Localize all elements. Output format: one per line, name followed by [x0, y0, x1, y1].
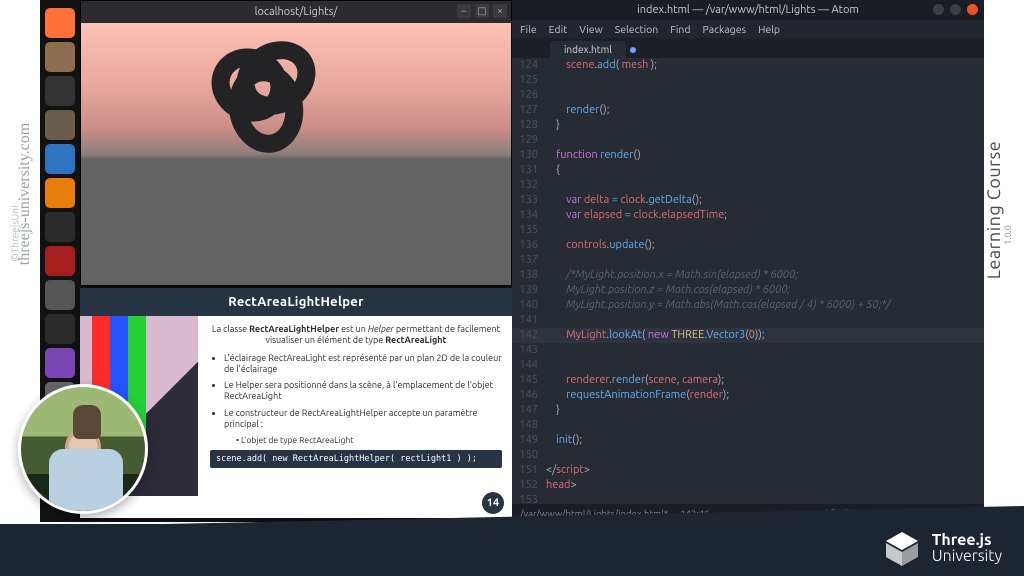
slide-number: 14: [482, 492, 504, 514]
filezilla-icon[interactable]: [45, 246, 75, 276]
code-line[interactable]: 130 function render(): [512, 148, 984, 163]
handle-label: ©ThreejsUni: [10, 184, 21, 284]
vscode-icon[interactable]: [45, 144, 75, 174]
code-line[interactable]: 138 /*MyLight.position.x = Math.sin(elap…: [512, 268, 984, 283]
webgl-viewport[interactable]: [81, 23, 511, 285]
modified-indicator-icon: [630, 47, 636, 53]
version-label: 1.0.0: [1003, 205, 1013, 265]
close-button[interactable]: [967, 4, 978, 15]
code-line[interactable]: 135: [512, 223, 984, 238]
code-line[interactable]: 149 init();: [512, 433, 984, 448]
atom-titlebar[interactable]: index.html — /var/www/html/Lights — Atom: [512, 0, 984, 20]
disk-icon[interactable]: [45, 348, 75, 378]
slide-title: RectAreaLightHelper: [80, 288, 512, 316]
code-line[interactable]: 126: [512, 88, 984, 103]
files-icon[interactable]: [45, 42, 75, 72]
tab-index-html[interactable]: index.html: [550, 41, 626, 58]
browser-window: localhost/Lights/ − □ ×: [80, 0, 512, 286]
code-line[interactable]: 125: [512, 73, 984, 88]
close-button[interactable]: ×: [493, 4, 507, 18]
code-line[interactable]: 134 var elapsed = clock.elapsedTime;: [512, 208, 984, 223]
menu-selection[interactable]: Selection: [615, 23, 659, 35]
blender-icon[interactable]: [45, 178, 75, 208]
course-label: Learning Course: [984, 135, 1004, 285]
slide-bullets: L'éclairage RectAreaLight est représenté…: [224, 353, 502, 431]
list-item: L'éclairage RectAreaLight est représenté…: [224, 353, 502, 376]
code-line[interactable]: 152head>: [512, 478, 984, 493]
code-line[interactable]: 148: [512, 418, 984, 433]
code-line[interactable]: 142 MyLight.lookAt( new THREE.Vector3(0)…: [512, 328, 984, 343]
list-item: Le constructeur de RectAreaLightHelper a…: [224, 408, 502, 431]
menu-view[interactable]: View: [579, 23, 603, 35]
atom-menu[interactable]: File Edit View Selection Find Packages Help: [512, 20, 984, 38]
minimize-button[interactable]: −: [457, 4, 471, 18]
footer-band: Three.jsUniversity: [0, 524, 1024, 576]
code-line[interactable]: 151</script>: [512, 463, 984, 478]
menu-file[interactable]: File: [520, 23, 537, 35]
minimize-button[interactable]: [933, 4, 944, 15]
code-line[interactable]: 127 render();: [512, 103, 984, 118]
slide-code: scene.add( new RectAreaLightHelper( rect…: [210, 450, 502, 469]
menu-edit[interactable]: Edit: [549, 23, 568, 35]
code-line[interactable]: 146 requestAnimationFrame(render);: [512, 388, 984, 403]
code-line[interactable]: 132: [512, 178, 984, 193]
firefox-icon[interactable]: [45, 8, 75, 38]
code-line[interactable]: 124 scene.add( mesh );: [512, 58, 984, 73]
code-line[interactable]: 128 }: [512, 118, 984, 133]
inkscape-icon[interactable]: [45, 212, 75, 242]
menu-help[interactable]: Help: [758, 23, 780, 35]
code-line[interactable]: 136 controls.update();: [512, 238, 984, 253]
slide-text: La classe RectAreaLightHelper est un Hel…: [198, 316, 512, 496]
list-item: Le Helper sera positionné dans la scène,…: [224, 380, 502, 403]
code-line[interactable]: 141: [512, 313, 984, 328]
menu-find[interactable]: Find: [670, 23, 690, 35]
code-line[interactable]: 131 {: [512, 163, 984, 178]
system-icon[interactable]: [45, 280, 75, 310]
code-line[interactable]: 140 MyLight.position.y = Math.abs(Math.c…: [512, 298, 984, 313]
code-line[interactable]: 144: [512, 358, 984, 373]
brand-logo: Three.jsUniversity: [882, 528, 1002, 568]
obs-icon[interactable]: [45, 314, 75, 344]
code-line[interactable]: 137: [512, 253, 984, 268]
code-line[interactable]: 150: [512, 448, 984, 463]
desktop: localhost/Lights/ − □ × RectAreaLightHel…: [40, 0, 984, 522]
code-line[interactable]: 129: [512, 133, 984, 148]
atom-editor: index.html — /var/www/html/Lights — Atom…: [512, 0, 984, 522]
maximize-button[interactable]: □: [475, 4, 489, 18]
code-line[interactable]: 139 MyLight.position.z = Math.cos(elapse…: [512, 283, 984, 298]
code-area[interactable]: 124 scene.add( mesh );125126127 render()…: [512, 58, 984, 504]
gimp-icon[interactable]: [45, 110, 75, 140]
code-line[interactable]: 153: [512, 493, 984, 504]
menu-packages[interactable]: Packages: [703, 23, 747, 35]
code-line[interactable]: 147 }: [512, 403, 984, 418]
torus-knot-mesh: [201, 41, 331, 151]
browser-title: localhost/Lights/: [255, 6, 338, 18]
browser-titlebar[interactable]: localhost/Lights/ − □ ×: [81, 1, 511, 23]
code-line[interactable]: 143: [512, 343, 984, 358]
terminal-icon[interactable]: [45, 76, 75, 106]
presenter-avatar: [18, 384, 148, 514]
slide-panel: RectAreaLightHelper La classe RectAreaLi…: [80, 288, 512, 518]
maximize-button[interactable]: [950, 4, 961, 15]
atom-tabs[interactable]: index.html: [512, 38, 984, 58]
code-line[interactable]: 133 var delta = clock.getDelta();: [512, 193, 984, 208]
code-line[interactable]: 145 renderer.render(scene, camera);: [512, 373, 984, 388]
